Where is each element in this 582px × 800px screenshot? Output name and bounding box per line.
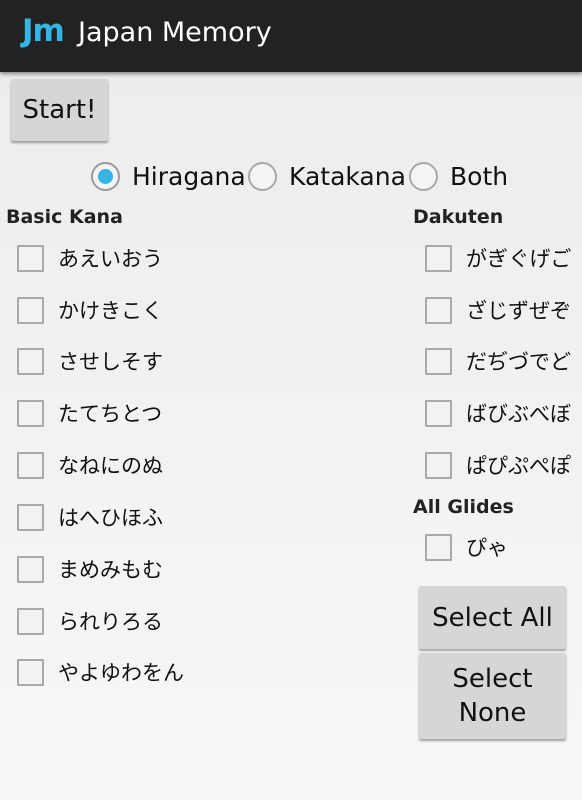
checkbox[interactable] bbox=[17, 555, 44, 583]
checkbox-label: あえいおう bbox=[58, 247, 163, 271]
checkbox[interactable] bbox=[17, 607, 44, 635]
select-none-button[interactable]: Select None bbox=[419, 653, 566, 739]
checkbox-basic-row[interactable]: られりろる bbox=[17, 606, 163, 636]
select-all-button[interactable]: Select All bbox=[419, 586, 566, 649]
radio-unchecked-icon bbox=[248, 161, 277, 191]
checkbox-dakuten-row[interactable]: ばびぶべぼ bbox=[425, 398, 571, 428]
checkbox-label: られりろる bbox=[58, 610, 163, 634]
action-bar: Jm Japan Memory bbox=[0, 0, 582, 72]
select-none-label-line2: None bbox=[458, 698, 527, 728]
radio-label: Katakana bbox=[289, 161, 406, 191]
checkbox[interactable] bbox=[425, 347, 452, 375]
checkbox[interactable] bbox=[425, 244, 452, 272]
checkbox-dakuten-row[interactable]: がぎぐげご bbox=[425, 243, 571, 273]
checkbox-glides-row[interactable]: ぴゃ bbox=[425, 532, 508, 562]
checkbox-label: なねにのぬ bbox=[58, 454, 163, 478]
checkbox[interactable] bbox=[425, 296, 452, 324]
checkbox-basic-row[interactable]: させしそす bbox=[17, 346, 163, 376]
dakuten-heading: Dakuten bbox=[413, 206, 504, 228]
checkbox-label: だぢづでど bbox=[466, 350, 571, 374]
checkbox-label: かけきこく bbox=[58, 299, 163, 323]
checkbox-basic-row[interactable]: やよゆわをん bbox=[17, 657, 184, 687]
checkbox-basic-row[interactable]: なねにのぬ bbox=[17, 450, 163, 480]
checkbox-basic-row[interactable]: まめみもむ bbox=[17, 554, 163, 584]
checkbox-label: はへひほふ bbox=[58, 506, 163, 530]
checkbox-dakuten-row[interactable]: だぢづでど bbox=[425, 346, 571, 376]
checkbox[interactable] bbox=[17, 244, 44, 272]
checkbox-dakuten-row[interactable]: ざじずぜぞ bbox=[425, 295, 571, 325]
checkbox[interactable] bbox=[425, 533, 452, 561]
checkbox[interactable] bbox=[425, 451, 452, 479]
checkbox[interactable] bbox=[17, 399, 44, 427]
checkbox-label: がぎぐげご bbox=[466, 247, 572, 271]
app-logo: Jm bbox=[22, 13, 65, 49]
checkbox-basic-row[interactable]: あえいおう bbox=[17, 243, 163, 273]
checkbox-label: ぴゃ bbox=[466, 536, 508, 560]
checkbox-label: ざじずぜぞ bbox=[466, 299, 571, 323]
kana-mode-radio-group: Hiragana Katakana Both bbox=[0, 160, 582, 192]
radio-unchecked-icon bbox=[409, 161, 438, 191]
checkbox[interactable] bbox=[17, 296, 44, 324]
checkbox-basic-row[interactable]: かけきこく bbox=[17, 295, 163, 325]
checkbox-dakuten-row[interactable]: ぱぴぷぺぽ bbox=[425, 450, 571, 480]
checkbox-label: ぱぴぷぺぽ bbox=[466, 454, 571, 478]
checkbox-basic-row[interactable]: はへひほふ bbox=[17, 502, 163, 532]
checkbox[interactable] bbox=[17, 658, 44, 686]
checkbox-label: まめみもむ bbox=[58, 558, 163, 582]
checkbox-label: ばびぶべぼ bbox=[466, 402, 571, 426]
radio-dot-icon bbox=[98, 168, 113, 184]
select-none-label-line1: Select bbox=[452, 664, 533, 694]
basic-kana-heading: Basic Kana bbox=[6, 206, 123, 228]
radio-hiragana[interactable]: Hiragana bbox=[91, 160, 246, 192]
radio-katakana[interactable]: Katakana bbox=[248, 160, 406, 192]
app-title: Japan Memory bbox=[78, 17, 272, 48]
checkbox-label: させしそす bbox=[58, 350, 163, 374]
checkbox[interactable] bbox=[425, 399, 452, 427]
checkbox[interactable] bbox=[17, 347, 44, 375]
radio-label: Both bbox=[450, 161, 509, 191]
radio-checked-icon bbox=[91, 161, 120, 191]
checkbox-label: たてちとつ bbox=[58, 402, 163, 426]
glides-heading: All Glides bbox=[413, 496, 514, 518]
checkbox[interactable] bbox=[17, 451, 44, 479]
checkbox[interactable] bbox=[17, 503, 44, 531]
start-button[interactable]: Start! bbox=[11, 79, 108, 141]
radio-both[interactable]: Both bbox=[409, 160, 508, 192]
checkbox-label: やよゆわをん bbox=[58, 661, 184, 685]
radio-label: Hiragana bbox=[132, 161, 246, 191]
checkbox-basic-row[interactable]: たてちとつ bbox=[17, 398, 162, 428]
